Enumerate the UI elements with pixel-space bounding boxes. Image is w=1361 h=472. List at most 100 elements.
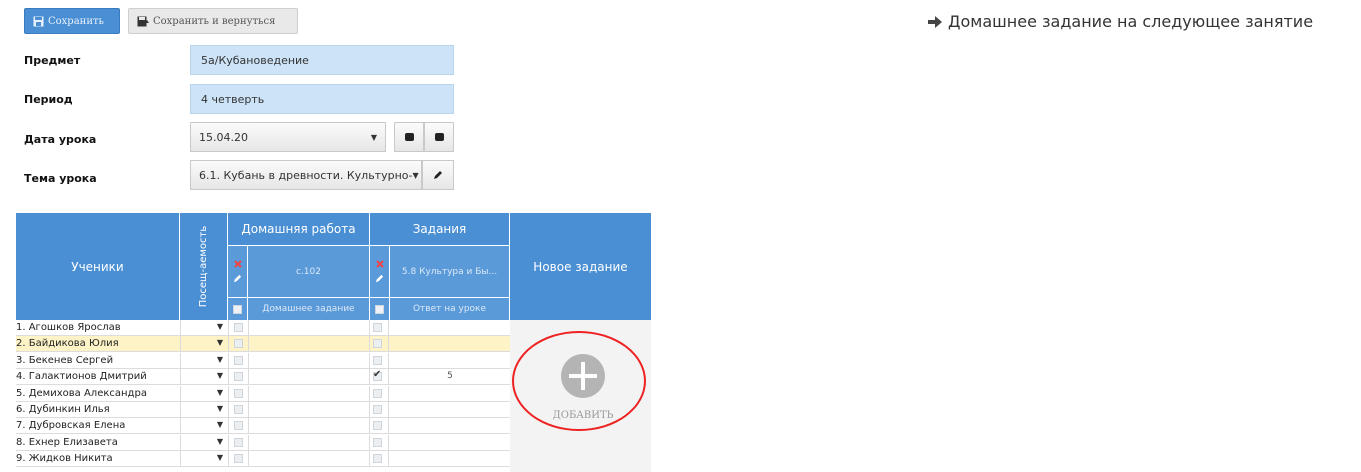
checkbox[interactable] (373, 437, 382, 447)
student-name[interactable]: 1. Агошков Ярослав (16, 322, 180, 333)
chevron-down-icon: ▼ (216, 453, 223, 463)
table-row: 1. Агошков Ярослав ▼ (16, 320, 512, 336)
homework-task-cell[interactable]: с.102 (248, 245, 370, 297)
edit-icon[interactable] (233, 274, 242, 283)
checkbox[interactable] (234, 437, 243, 447)
student-name[interactable]: 6. Дубинкин Илья (16, 404, 180, 415)
homework-grade-cell[interactable] (248, 434, 370, 450)
homework-checkbox-cell[interactable] (228, 369, 249, 385)
edit-icon[interactable] (375, 274, 384, 283)
task-checkbox-cell[interactable] (368, 402, 388, 417)
period-field[interactable]: 4 четверть (190, 84, 454, 114)
attendance-select[interactable]: ▼ (180, 418, 229, 434)
save-and-return-button[interactable]: Сохранить и вернуться (128, 8, 298, 34)
attendance-select[interactable]: ▼ (180, 434, 229, 450)
student-name[interactable]: 8. Ехнер Елизавета (16, 437, 180, 448)
table-row: 5. Демихова Александра ▼ (16, 385, 512, 402)
task-checkbox-cell[interactable] (368, 386, 388, 401)
table-row: 3. Бекенев Сергей ▼ (16, 352, 512, 369)
homework-checkbox-cell[interactable] (228, 385, 249, 401)
checkbox[interactable] (373, 454, 382, 464)
student-name[interactable]: 9. Жидков Никита (16, 453, 180, 464)
task-grade-cell[interactable]: 5 (388, 369, 512, 385)
arrow-right-icon (928, 15, 942, 28)
task-grade-cell[interactable] (388, 402, 512, 417)
chevron-down-icon: ▼ (216, 371, 223, 381)
student-name[interactable]: 4. Галактионов Дмитрий (16, 371, 180, 382)
homework-checkbox-cell[interactable] (228, 336, 249, 352)
task-checkbox-cell[interactable]: ✔ (368, 369, 388, 384)
tasks-select-all[interactable] (370, 297, 390, 320)
student-name[interactable]: 5. Демихова Александра (16, 388, 180, 399)
homework-grade-cell[interactable] (248, 352, 370, 368)
attendance-select[interactable]: ▼ (180, 451, 229, 467)
task-grade-cell[interactable] (388, 451, 512, 467)
homework-checkbox-cell[interactable] (228, 352, 249, 368)
task-grade-cell[interactable] (388, 385, 512, 401)
checkbox[interactable] (373, 355, 382, 365)
student-name[interactable]: 7. Дубровская Елена (16, 420, 180, 431)
checkbox[interactable] (234, 454, 243, 464)
homework-checkbox-cell[interactable] (228, 418, 249, 434)
homework-grade-cell[interactable] (248, 451, 370, 467)
attendance-select[interactable]: ▼ (180, 352, 229, 368)
delete-icon[interactable] (233, 260, 242, 268)
checkbox[interactable] (234, 421, 243, 431)
chevron-down-icon: ▼ (216, 338, 223, 348)
homework-grade-cell[interactable] (248, 320, 370, 335)
homework-grade-cell[interactable] (248, 336, 370, 352)
date-remove-button[interactable] (424, 122, 454, 152)
checkbox[interactable] (234, 339, 243, 349)
homework-header: Домашняя работа (228, 213, 370, 245)
task-grade-cell[interactable] (388, 418, 512, 434)
attendance-select[interactable]: ▼ (180, 402, 229, 417)
task-grade-cell[interactable] (388, 320, 512, 335)
homework-select-all[interactable] (228, 297, 248, 320)
topic-select[interactable]: 6.1. Кубань в древности. Культурно- ▼ (190, 160, 422, 190)
attendance-select[interactable]: ▼ (180, 385, 229, 401)
task-checkbox-cell[interactable] (368, 451, 388, 466)
checkbox[interactable] (373, 388, 382, 398)
task-checkbox-cell[interactable] (368, 435, 388, 450)
checkbox[interactable] (234, 405, 243, 414)
task-checkbox-cell[interactable] (368, 320, 388, 335)
minus-icon (404, 133, 414, 141)
task-grade-cell[interactable] (388, 336, 512, 352)
topic-edit-button[interactable] (422, 160, 454, 190)
date-select[interactable]: 15.04.20 ▼ (190, 122, 386, 152)
task-checkbox-cell[interactable] (368, 418, 388, 433)
homework-checkbox-cell[interactable] (228, 320, 249, 335)
subject-field[interactable]: 5а/Кубановедение (190, 45, 454, 75)
checkbox[interactable] (234, 388, 243, 398)
homework-checkbox-cell[interactable] (228, 402, 249, 417)
checkbox[interactable] (373, 339, 382, 349)
student-name[interactable]: 3. Бекенев Сергей (16, 355, 180, 366)
task-checkbox-cell[interactable] (368, 353, 388, 368)
task-grade-cell[interactable] (388, 352, 512, 368)
homework-grade-cell[interactable] (248, 402, 370, 417)
task-checkbox-cell[interactable] (368, 336, 388, 351)
date-clear-button[interactable] (394, 122, 424, 152)
homework-grade-cell[interactable] (248, 369, 370, 385)
checkbox[interactable] (234, 323, 243, 332)
chevron-down-icon: ▼ (216, 404, 223, 413)
checkbox[interactable] (234, 355, 243, 365)
table-row: 9. Жидков Никита ▼ (16, 451, 512, 468)
homework-checkbox-cell[interactable] (228, 451, 249, 467)
checkbox[interactable] (373, 323, 382, 332)
homework-grade-cell[interactable] (248, 418, 370, 434)
attendance-select[interactable]: ▼ (180, 369, 229, 385)
save-button[interactable]: Сохранить (24, 8, 120, 34)
task-grade-cell[interactable] (388, 434, 512, 450)
homework-checkbox-cell[interactable] (228, 434, 249, 450)
checkbox[interactable] (373, 405, 382, 414)
student-name[interactable]: 2. Байдикова Юлия (16, 338, 180, 349)
task-cell[interactable]: 5.8 Культура и Бы... (390, 245, 510, 297)
attendance-select[interactable]: ▼ (180, 336, 229, 352)
checkbox[interactable] (234, 372, 243, 382)
homework-grade-cell[interactable] (248, 385, 370, 401)
delete-icon[interactable] (375, 260, 384, 268)
attendance-select[interactable]: ▼ (180, 320, 229, 335)
next-homework-link[interactable]: Домашнее задание на следующее занятие (928, 12, 1313, 31)
checkbox[interactable] (373, 421, 382, 431)
